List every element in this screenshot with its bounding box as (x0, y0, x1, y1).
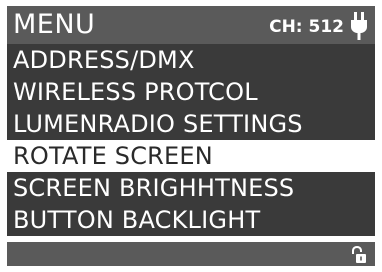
device-screen: MENU CH: 512 ADDRESS/DMX WIRELESS PROTCO… (0, 0, 382, 272)
menu-item-button-backlight[interactable]: BUTTON BACKLIGHT (7, 204, 375, 236)
menu-item-screen-brightness[interactable]: SCREEN BRIGHHTNESS (7, 172, 375, 204)
menu-item-rotate-screen[interactable]: ROTATE SCREEN (7, 140, 375, 172)
menu-item-address-dmx[interactable]: ADDRESS/DMX (7, 44, 375, 76)
menu-item-wireless-protocol[interactable]: WIRELESS PROTCOL (7, 76, 375, 108)
unlocked-padlock-icon (352, 246, 366, 263)
menu-header: MENU CH: 512 (7, 6, 375, 44)
plug-icon (351, 12, 367, 40)
status-footer (7, 242, 375, 266)
menu-item-lumenradio-settings[interactable]: LUMENRADIO SETTINGS (7, 108, 375, 140)
menu-title: MENU (13, 9, 96, 40)
channel-readout: CH: 512 (269, 17, 344, 37)
menu-list: ADDRESS/DMX WIRELESS PROTCOL LUMENRADIO … (7, 44, 375, 236)
